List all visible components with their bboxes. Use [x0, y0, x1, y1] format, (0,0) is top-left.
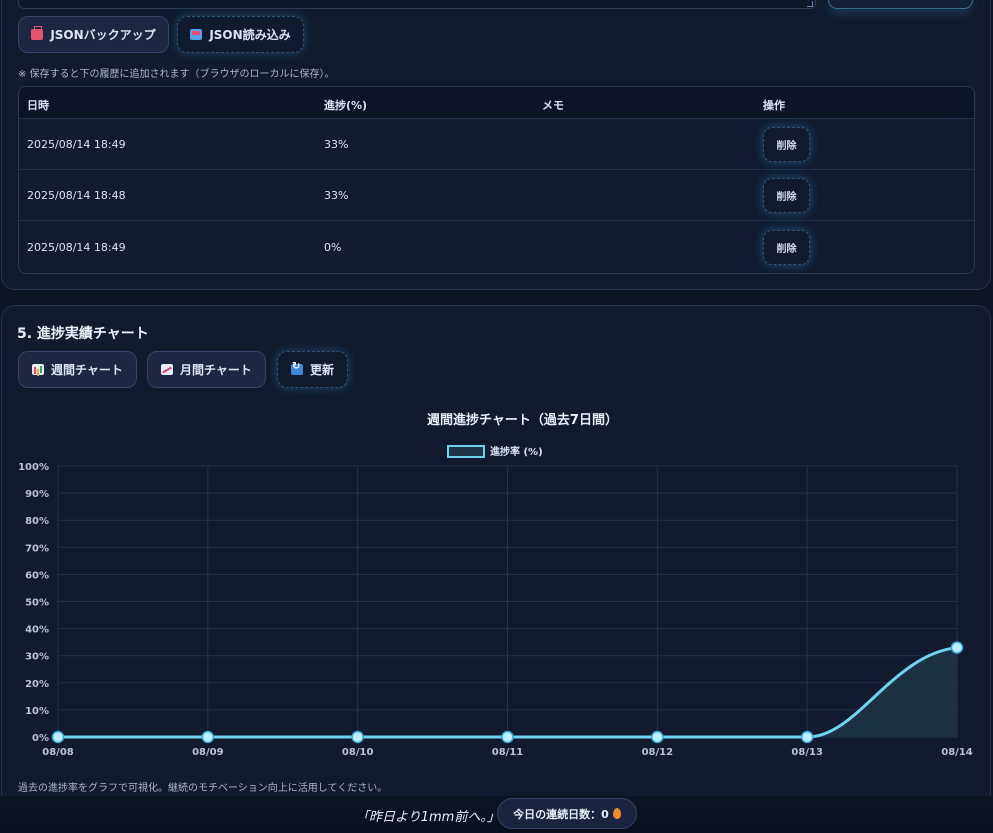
- toolbox-icon: [31, 26, 44, 40]
- x-tick-label: 08/11: [492, 747, 524, 758]
- data-point: [501, 730, 514, 744]
- x-tick-label: 08/08: [42, 747, 74, 758]
- streak-label: 今日の連続日数：0: [513, 807, 609, 821]
- trend-chart-icon: [161, 364, 174, 375]
- y-tick-label: 70%: [25, 543, 49, 554]
- y-tick-label: 80%: [25, 516, 49, 527]
- delete-button[interactable]: 削除: [763, 127, 810, 162]
- table-header: 日時 進捗(%) メモ 操作: [19, 87, 974, 119]
- y-tick-label: 10%: [25, 706, 49, 717]
- table-row: 2025/08/14 18:48 33% 削除: [19, 170, 974, 221]
- row-progress: 33%: [324, 138, 349, 151]
- footer-tagline: 「昨日より1mm前へ。」: [356, 810, 500, 825]
- y-tick-label: 20%: [25, 679, 49, 690]
- column-header-progress: 進捗(%): [324, 99, 368, 112]
- row-datetime: 2025/08/14 18:49: [27, 241, 126, 254]
- y-tick-label: 50%: [25, 598, 49, 609]
- data-point: [201, 730, 215, 744]
- legend-label: 進捗率 (%): [490, 445, 543, 458]
- x-tick-label: 08/10: [342, 747, 374, 758]
- save-button[interactable]: [828, 0, 973, 9]
- column-header-action: 操作: [763, 99, 785, 112]
- monthly-chart-button[interactable]: 月間チャート: [147, 351, 266, 388]
- refresh-icon: [290, 361, 303, 375]
- weekly-chart-button[interactable]: 週間チャート: [18, 351, 137, 388]
- memo-textarea[interactable]: [18, 0, 816, 9]
- resize-grip-icon[interactable]: [807, 1, 813, 7]
- data-point: [950, 641, 964, 654]
- y-tick-label: 40%: [25, 625, 49, 636]
- inbox-icon: [190, 29, 203, 40]
- x-tick-label: 08/09: [192, 747, 224, 758]
- weekly-chart-label: 週間チャート: [51, 363, 123, 377]
- data-point: [51, 730, 65, 744]
- refresh-button[interactable]: 更新: [277, 351, 348, 388]
- data-point: [800, 730, 814, 744]
- table-row: 2025/08/14 18:49 0% 削除: [19, 221, 974, 273]
- x-tick-label: 08/12: [642, 747, 674, 758]
- delete-button[interactable]: 削除: [763, 178, 810, 213]
- row-progress: 0%: [324, 241, 342, 254]
- flame-icon: [612, 808, 621, 819]
- y-tick-label: 60%: [25, 570, 49, 581]
- y-tick-label: 90%: [25, 489, 49, 500]
- table-row: 2025/08/14 18:49 33% 削除: [19, 119, 974, 170]
- json-backup-button[interactable]: JSONバックアップ: [18, 16, 169, 53]
- section-title: 5. 進捗実績チャート: [17, 326, 149, 342]
- history-table: 日時 進捗(%) メモ 操作 2025/08/14 18:49 33% 削除 2…: [18, 86, 975, 274]
- data-point: [351, 730, 364, 744]
- data-point: [651, 730, 664, 744]
- column-header-datetime: 日時: [27, 99, 49, 112]
- row-progress: 33%: [324, 189, 349, 202]
- y-tick-label: 30%: [25, 652, 49, 663]
- chart-note: 過去の進捗率をグラフで可視化。継続のモチベーション向上に活用してください。: [18, 783, 388, 794]
- bar-chart-icon: [32, 364, 45, 375]
- monthly-chart-label: 月間チャート: [180, 363, 252, 377]
- column-header-memo: メモ: [542, 99, 564, 112]
- streak-badge: 今日の連続日数：0: [497, 798, 637, 829]
- json-import-label: JSON読み込み: [209, 28, 291, 42]
- x-tick-label: 08/13: [791, 747, 823, 758]
- x-tick-label: 08/14: [941, 747, 973, 758]
- refresh-label: 更新: [309, 363, 334, 377]
- save-note: ※ 保存すると下の履歴に追加されます（ブラウザのローカルに保存）。: [18, 69, 335, 80]
- row-datetime: 2025/08/14 18:48: [27, 189, 126, 202]
- legend-swatch: [447, 445, 485, 458]
- y-tick-label: 100%: [18, 462, 49, 473]
- weekly-progress-chart: 週間進捗チャート（過去7日間） 進捗率 (%) 0% 10% 20% 30% 40% 50% 6…: [18, 412, 973, 758]
- row-datetime: 2025/08/14 18:49: [27, 138, 126, 151]
- y-tick-label: 0%: [32, 733, 49, 744]
- json-import-button[interactable]: JSON読み込み: [177, 16, 304, 53]
- chart-title: 週間進捗チャート（過去7日間）: [427, 412, 618, 428]
- json-backup-label: JSONバックアップ: [50, 28, 156, 42]
- delete-button[interactable]: 削除: [763, 230, 810, 265]
